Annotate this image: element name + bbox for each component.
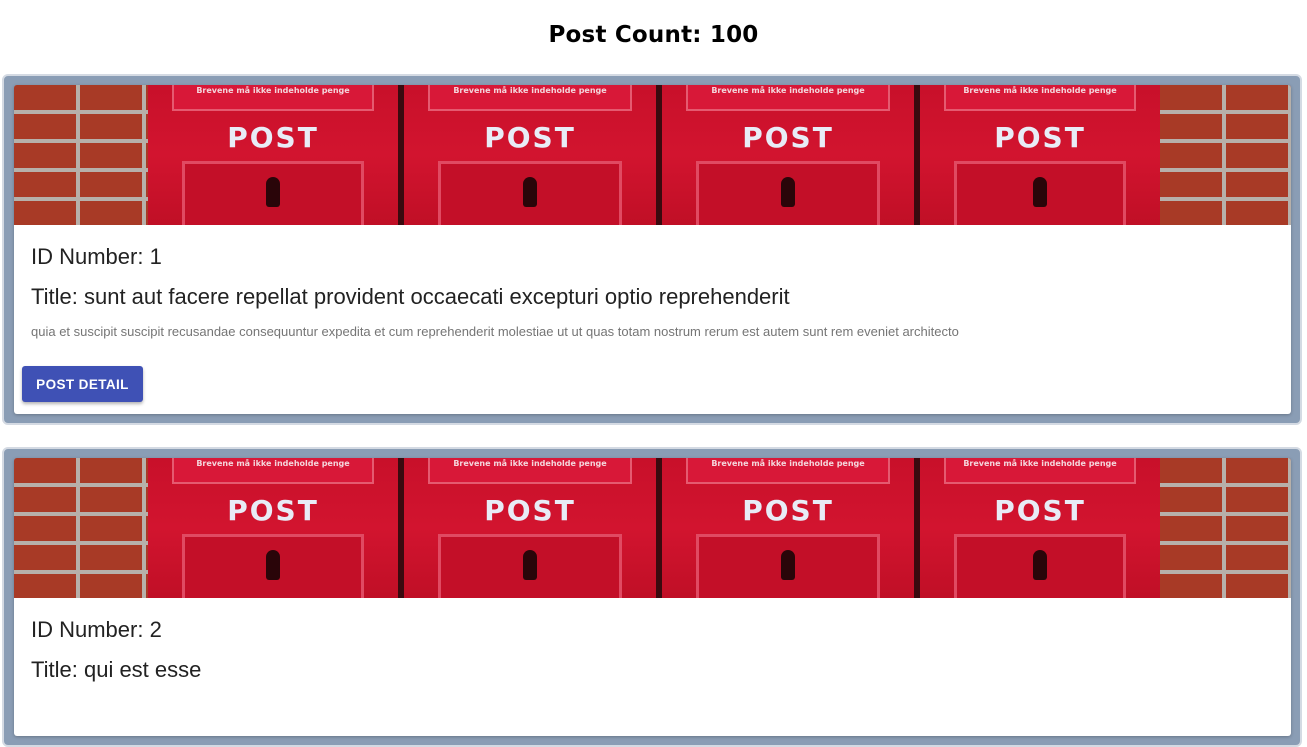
postbox-slot-label: Brevene må ikke indeholde penge bbox=[172, 458, 374, 484]
postbox-slot-label: Brevene må ikke indeholde penge bbox=[428, 458, 632, 484]
postbox-word: POST bbox=[994, 121, 1086, 154]
postbox-word: POST bbox=[227, 494, 319, 527]
post-title: Title: qui est esse bbox=[31, 657, 202, 682]
postbox-image: Brevene må ikke indeholde penge POST bbox=[148, 85, 404, 225]
postbox-word: POST bbox=[484, 494, 576, 527]
postbox-word: POST bbox=[742, 121, 834, 154]
post-detail-button[interactable]: POST DETAIL bbox=[22, 366, 143, 402]
lock-icon bbox=[1033, 550, 1047, 580]
postbox-word: POST bbox=[742, 494, 834, 527]
post-card-content: ID Number: 2 Title: qui est esse bbox=[14, 598, 1291, 684]
postbox-image: Brevene må ikke indeholde penge POST bbox=[920, 85, 1160, 225]
post-card-frame: Brevene må ikke indeholde penge POST Bre… bbox=[2, 74, 1302, 425]
postbox-image: Brevene må ikke indeholde penge POST bbox=[404, 458, 662, 598]
postbox-image: Brevene må ikke indeholde penge POST bbox=[662, 85, 920, 225]
post-card-image: Brevene må ikke indeholde penge POST Bre… bbox=[14, 458, 1291, 598]
brick-wall-image bbox=[14, 85, 148, 225]
postbox-word: POST bbox=[227, 121, 319, 154]
lock-icon bbox=[523, 177, 537, 207]
postbox-slot-label: Brevene må ikke indeholde penge bbox=[944, 458, 1136, 484]
post-card-content: ID Number: 1 Title: sunt aut facere repe… bbox=[14, 225, 1291, 341]
post-title: Title: sunt aut facere repellat providen… bbox=[31, 284, 790, 309]
postbox-word: POST bbox=[484, 121, 576, 154]
lock-icon bbox=[266, 550, 280, 580]
postbox-image: Brevene må ikke indeholde penge POST bbox=[662, 458, 920, 598]
lock-icon bbox=[523, 550, 537, 580]
brick-wall-image bbox=[14, 458, 148, 598]
postbox-slot-label: Brevene må ikke indeholde penge bbox=[944, 85, 1136, 111]
postbox-slot-label: Brevene må ikke indeholde penge bbox=[686, 458, 890, 484]
post-card-image: Brevene må ikke indeholde penge POST Bre… bbox=[14, 85, 1291, 225]
postbox-word: POST bbox=[994, 494, 1086, 527]
brick-wall-image bbox=[1160, 458, 1291, 598]
lock-icon bbox=[266, 177, 280, 207]
post-body: quia et suscipit suscipit recusandae con… bbox=[31, 324, 959, 339]
brick-wall-image bbox=[1160, 85, 1291, 225]
lock-icon bbox=[781, 550, 795, 580]
postbox-slot-label: Brevene må ikke indeholde penge bbox=[428, 85, 632, 111]
post-card: Brevene må ikke indeholde penge POST Bre… bbox=[14, 458, 1291, 736]
postbox-slot-label: Brevene må ikke indeholde penge bbox=[686, 85, 890, 111]
post-count-heading: Post Count: 100 bbox=[548, 22, 759, 48]
post-id: ID Number: 2 bbox=[31, 617, 162, 642]
postbox-image: Brevene må ikke indeholde penge POST bbox=[920, 458, 1160, 598]
lock-icon bbox=[1033, 177, 1047, 207]
post-card-frame: Brevene må ikke indeholde penge POST Bre… bbox=[2, 447, 1302, 747]
lock-icon bbox=[781, 177, 795, 207]
post-id: ID Number: 1 bbox=[31, 244, 162, 269]
postbox-image: Brevene må ikke indeholde penge POST bbox=[148, 458, 404, 598]
postbox-slot-label: Brevene må ikke indeholde penge bbox=[172, 85, 374, 111]
postbox-image: Brevene må ikke indeholde penge POST bbox=[404, 85, 662, 225]
post-card: Brevene må ikke indeholde penge POST Bre… bbox=[14, 85, 1291, 414]
